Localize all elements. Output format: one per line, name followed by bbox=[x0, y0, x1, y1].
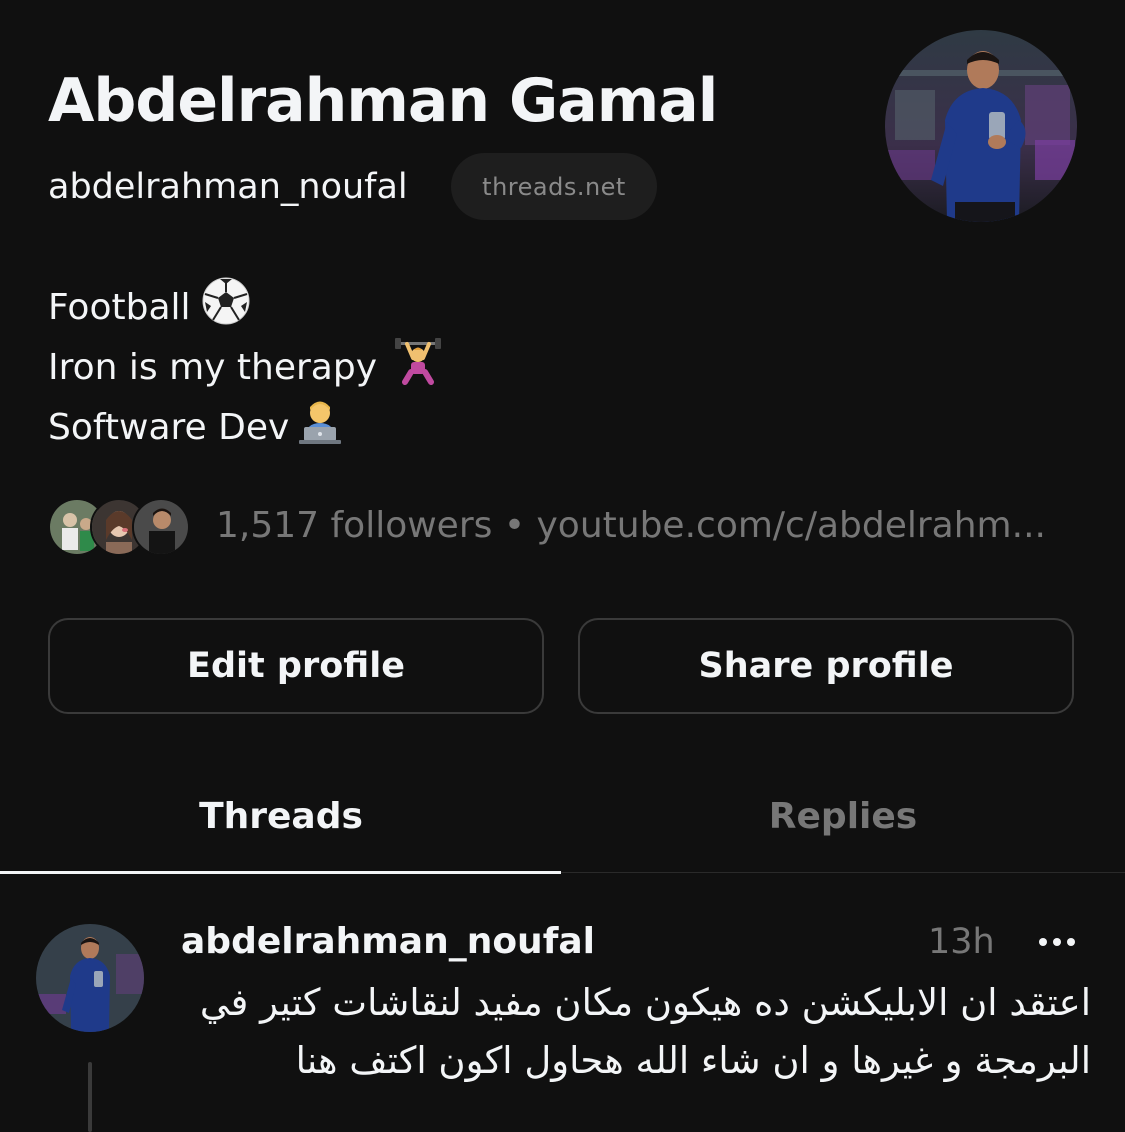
technologist-icon bbox=[295, 396, 345, 459]
soccer-ball-icon bbox=[201, 276, 251, 339]
domain-badge[interactable]: threads.net bbox=[451, 153, 657, 220]
profile-username: abdelrahman_noufal bbox=[48, 167, 408, 207]
thread-connector-line bbox=[88, 1062, 92, 1132]
post-body-text: اعتقد ان الابليكشن ده هيكون مكان مفيد لن… bbox=[199, 981, 1091, 1082]
profile-photo-icon bbox=[885, 30, 1077, 222]
bio-text: Software Dev bbox=[48, 406, 290, 448]
tab-replies-label: Replies bbox=[768, 795, 918, 837]
post-author-avatar[interactable] bbox=[36, 924, 144, 1032]
edit-profile-button[interactable]: Edit profile bbox=[48, 618, 544, 714]
more-options-icon[interactable] bbox=[1035, 930, 1079, 954]
tab-threads[interactable]: Threads bbox=[0, 788, 562, 844]
bio-line-football: Football bbox=[48, 276, 251, 339]
followers-summary[interactable]: 1,517 followers • youtube.com/c/abdelrah… bbox=[216, 502, 1076, 550]
post-timestamp: 13h bbox=[928, 922, 995, 962]
profile-display-name: Abdelrahman Gamal bbox=[48, 66, 718, 136]
profile-avatar[interactable] bbox=[885, 30, 1077, 222]
domain-badge-label: threads.net bbox=[482, 172, 626, 201]
tab-active-indicator bbox=[0, 871, 561, 874]
bio-line-iron: Iron is my therapy bbox=[48, 336, 443, 399]
tab-threads-label: Threads bbox=[199, 795, 363, 837]
post-username[interactable]: abdelrahman_noufal bbox=[181, 918, 595, 966]
share-profile-button[interactable]: Share profile bbox=[578, 618, 1074, 714]
tab-replies[interactable]: Replies bbox=[562, 788, 1124, 844]
bio-text: Football bbox=[48, 286, 191, 328]
bio-line-dev: Software Dev bbox=[48, 396, 345, 459]
follower-avatar bbox=[132, 498, 190, 556]
share-profile-label: Share profile bbox=[698, 646, 954, 686]
bio-text: Iron is my therapy bbox=[48, 346, 378, 388]
edit-profile-label: Edit profile bbox=[187, 646, 405, 686]
profile-photo-icon bbox=[36, 924, 144, 1032]
follower-avatars[interactable] bbox=[48, 498, 190, 556]
weightlifter-icon bbox=[393, 336, 443, 399]
